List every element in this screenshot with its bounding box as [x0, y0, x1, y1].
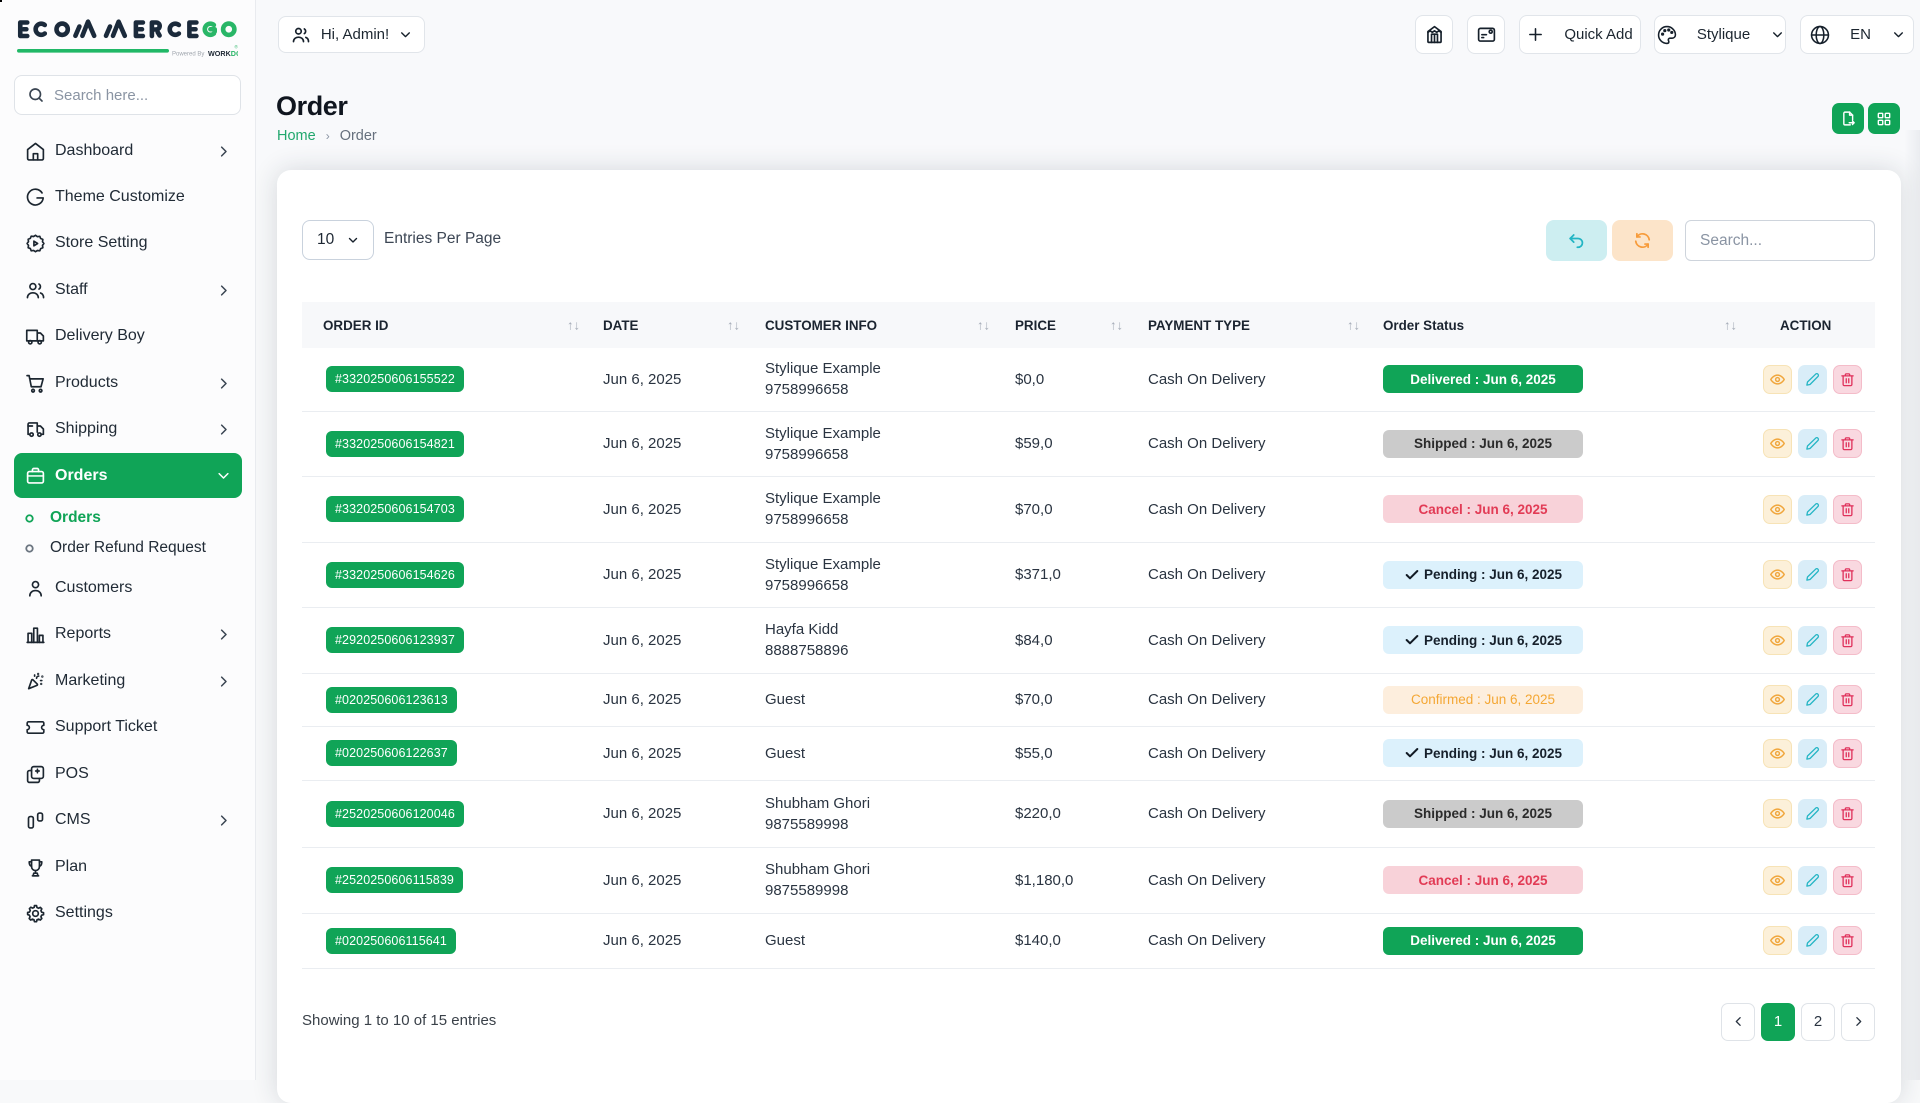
- svg-text:Powered By: Powered By: [172, 52, 204, 58]
- svg-text:WORKDO: WORKDO: [208, 49, 238, 58]
- svg-text:®: ®: [235, 44, 239, 50]
